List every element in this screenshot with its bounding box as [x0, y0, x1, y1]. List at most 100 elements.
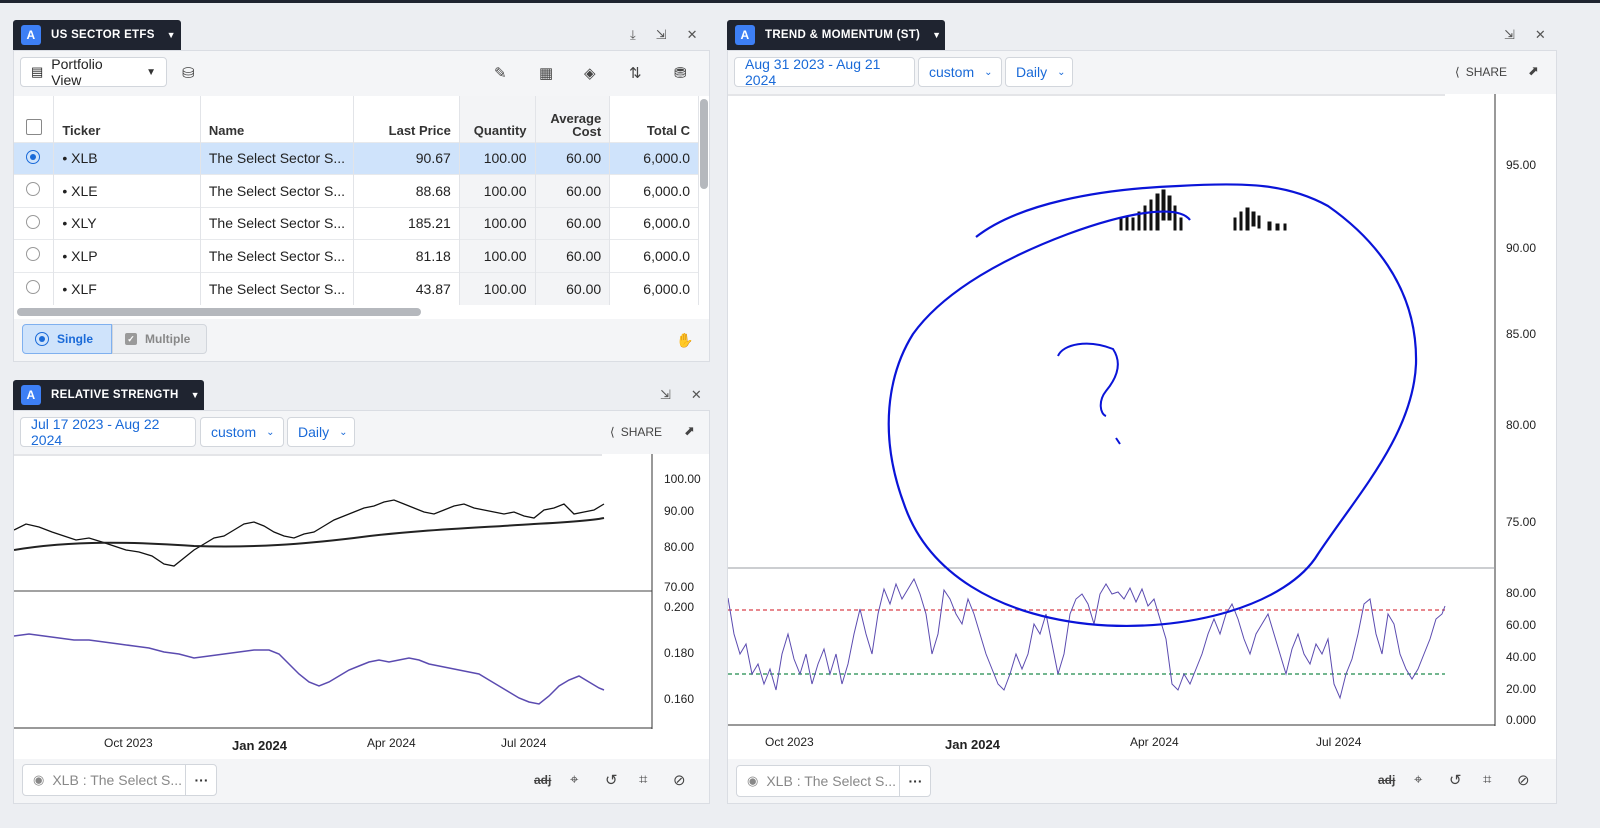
- hide-icon[interactable]: ⊘: [673, 771, 686, 789]
- average-cost-cell[interactable]: 60.00: [535, 239, 611, 272]
- manage-portfolio-icon[interactable]: ⛁: [182, 64, 195, 82]
- row-radio[interactable]: [26, 280, 40, 294]
- y-tick-label: 0.000: [1506, 713, 1537, 727]
- average-cost-cell[interactable]: 60.00: [535, 271, 611, 305]
- average-cost-cell[interactable]: 60.00: [535, 141, 611, 175]
- table-row[interactable]: • XLP The Select Sector S... 81.18 100.0…: [14, 239, 699, 272]
- etf-panel-tab[interactable]: A US SECTOR ETFS ▼: [13, 20, 181, 50]
- col-total-cost[interactable]: Total C: [609, 96, 699, 142]
- crop-icon[interactable]: ⌗: [1483, 771, 1491, 788]
- selection-mode-bar: Single ✓ Multiple ✋: [14, 319, 709, 361]
- table-row[interactable]: • XLF The Select Sector S... 43.87 100.0…: [14, 271, 699, 305]
- col-quantity[interactable]: Quantity: [459, 96, 536, 142]
- target-icon: ◉: [33, 772, 45, 787]
- y-tick-label: 0.200: [664, 600, 695, 614]
- adjust-toggle[interactable]: adj: [534, 773, 551, 787]
- table-row[interactable]: • XLE The Select Sector S... 88.68 100.0…: [14, 174, 699, 207]
- crop-icon[interactable]: ⌗: [639, 771, 647, 788]
- close-icon[interactable]: ✕: [1535, 27, 1546, 43]
- col-name[interactable]: Name: [200, 96, 355, 142]
- tm-panel-tab[interactable]: A TREND & MOMENTUM (ST) ▼: [727, 20, 945, 50]
- date-range-picker[interactable]: Jul 17 2023 - Aug 22 2024: [20, 416, 196, 448]
- interval-dropdown[interactable]: Daily ⌄: [1005, 57, 1073, 87]
- last-price-cell: 185.21: [353, 206, 460, 240]
- horizontal-scrollbar[interactable]: [17, 308, 421, 316]
- hand-icon[interactable]: ✋: [676, 332, 693, 349]
- multiple-mode-button[interactable]: ✓ Multiple: [112, 324, 207, 354]
- total-cost-cell: 6,000.0: [609, 239, 699, 272]
- collapse-icon[interactable]: ⇲: [1504, 27, 1515, 43]
- reset-icon[interactable]: ↺: [1449, 771, 1462, 789]
- pencil-icon[interactable]: ✎: [494, 64, 507, 82]
- date-range-picker[interactable]: Aug 31 2023 - Aug 21 2024: [734, 56, 915, 88]
- table-row[interactable]: • XLB The Select Sector S... 90.67 100.0…: [14, 141, 699, 175]
- row-radio[interactable]: [26, 214, 40, 229]
- grid-icon[interactable]: ▦: [539, 64, 553, 82]
- quantity-cell[interactable]: 100.00: [459, 206, 536, 240]
- popout-icon[interactable]: ⬈: [684, 423, 695, 439]
- tm-chart[interactable]: [728, 94, 1556, 734]
- average-cost-cell[interactable]: 60.00: [535, 206, 611, 240]
- more-button[interactable]: ···: [185, 765, 217, 795]
- row-radio[interactable]: [26, 149, 40, 164]
- caret-down-icon[interactable]: ▼: [932, 30, 941, 40]
- panel-badge: A: [21, 25, 41, 45]
- row-radio-cell: [14, 206, 55, 240]
- single-label: Single: [57, 332, 94, 346]
- row-radio[interactable]: [26, 247, 40, 262]
- share-icon: ⟨: [610, 425, 615, 439]
- date-range-label: Jul 17 2023 - Aug 22 2024: [31, 416, 160, 448]
- etf-panel-header-icons: ⤓ ⇲ ✕: [630, 27, 698, 43]
- col-average-cost[interactable]: Average Cost: [535, 96, 611, 142]
- y-tick-label: 0.160: [664, 692, 695, 706]
- last-price-cell: 88.68: [353, 174, 460, 207]
- adjust-toggle[interactable]: adj: [1378, 773, 1395, 787]
- share-button[interactable]: ⟨ SHARE: [1455, 65, 1507, 79]
- portfolio-view-dropdown[interactable]: ▤ Portfolio View ▼: [20, 56, 167, 88]
- close-icon[interactable]: ✕: [687, 27, 698, 43]
- range-mode-label: custom: [211, 424, 257, 440]
- download-icon[interactable]: ⤓: [630, 27, 636, 43]
- rs-chart[interactable]: [14, 454, 709, 759]
- average-cost-cell[interactable]: 60.00: [535, 174, 611, 207]
- quantity-cell[interactable]: 100.00: [459, 174, 536, 207]
- more-button[interactable]: ···: [899, 766, 931, 796]
- col-ticker[interactable]: Ticker: [53, 96, 201, 142]
- y-tick-label: 85.00: [1506, 327, 1537, 341]
- x-tick-label: Oct 2023: [104, 736, 153, 750]
- last-price-cell: 81.18: [353, 239, 460, 272]
- row-radio[interactable]: [26, 182, 40, 197]
- range-mode-dropdown[interactable]: custom ⌄: [918, 57, 1002, 87]
- layers-icon[interactable]: ◈: [584, 64, 596, 82]
- caret-down-icon[interactable]: ▼: [167, 30, 176, 40]
- collapse-icon[interactable]: ⇲: [660, 387, 671, 403]
- share-button[interactable]: ⟨ SHARE: [610, 425, 662, 439]
- caret-down-icon[interactable]: ▼: [191, 390, 200, 400]
- ticker-cell: • XLE: [53, 174, 201, 207]
- collapse-icon[interactable]: ⇲: [656, 27, 667, 43]
- total-cost-cell: 6,000.0: [609, 174, 699, 207]
- crosshair-icon[interactable]: ⌖: [570, 771, 578, 788]
- range-mode-dropdown[interactable]: custom ⌄: [200, 417, 284, 447]
- database-icon[interactable]: ⛃: [674, 64, 687, 82]
- hide-icon[interactable]: ⊘: [1517, 771, 1530, 789]
- annotation-question-mark: [1057, 342, 1119, 417]
- select-all-checkbox[interactable]: [26, 118, 42, 135]
- quantity-cell[interactable]: 100.00: [459, 271, 536, 305]
- reset-icon[interactable]: ↺: [605, 771, 618, 789]
- quantity-cell[interactable]: 100.00: [459, 239, 536, 272]
- crosshair-icon[interactable]: ⌖: [1414, 771, 1422, 788]
- symbol-selector[interactable]: ◉ XLB : The Select S... ···: [22, 764, 217, 796]
- row-radio-cell: [14, 141, 55, 175]
- rs-panel-tab[interactable]: A RELATIVE STRENGTH ▼: [13, 380, 204, 410]
- sort-icon[interactable]: ⇅: [629, 64, 642, 82]
- popout-icon[interactable]: ⬈: [1528, 63, 1539, 79]
- quantity-cell[interactable]: 100.00: [459, 141, 536, 175]
- close-icon[interactable]: ✕: [691, 387, 702, 403]
- col-last-price[interactable]: Last Price: [353, 96, 460, 142]
- interval-dropdown[interactable]: Daily ⌄: [287, 417, 355, 447]
- symbol-selector[interactable]: ◉ XLB : The Select S... ···: [736, 765, 931, 797]
- vertical-scrollbar[interactable]: [700, 99, 708, 189]
- single-mode-button[interactable]: Single: [22, 324, 112, 354]
- table-row[interactable]: • XLY The Select Sector S... 185.21 100.…: [14, 206, 699, 240]
